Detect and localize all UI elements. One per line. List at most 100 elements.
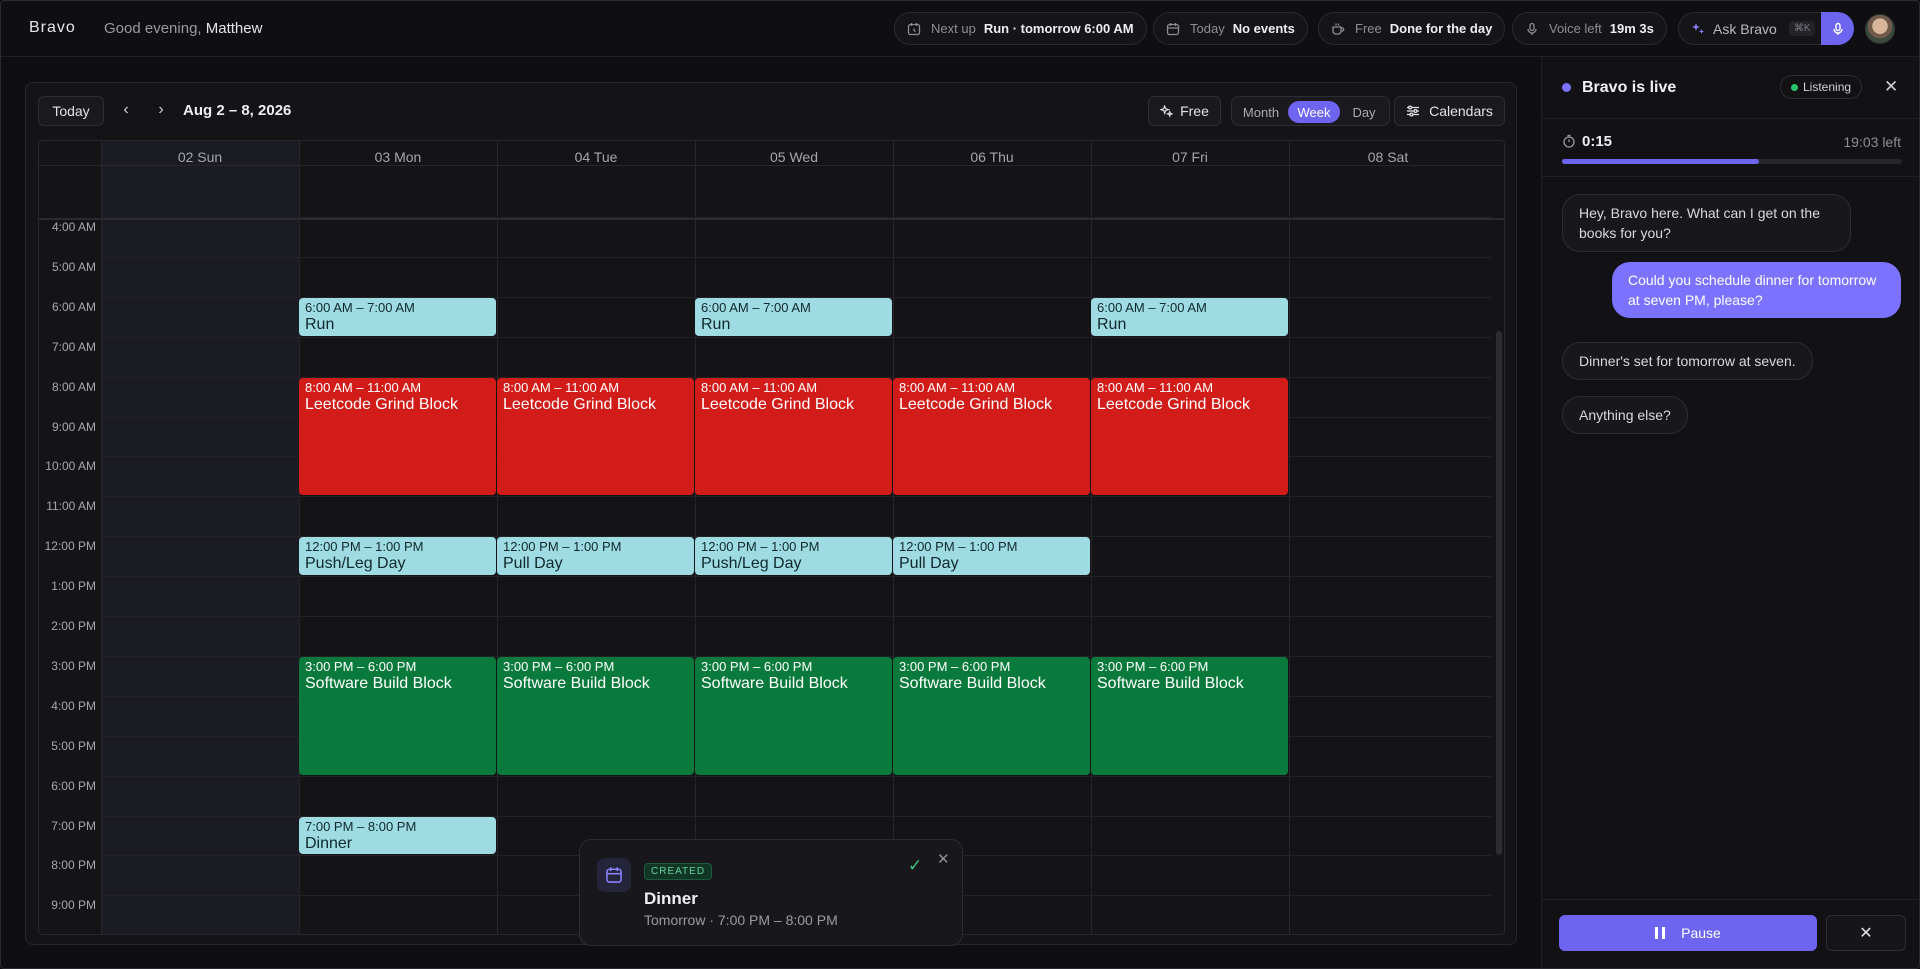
toast-title: Dinner	[644, 889, 698, 908]
hour-label: 5:00 PM	[51, 738, 96, 753]
day-header[interactable]: 08 Sat	[1289, 141, 1487, 165]
hour-label: 3:00 PM	[51, 658, 96, 673]
assistant-footer: Pause ✕	[1542, 899, 1919, 968]
event-time: 3:00 PM – 6:00 PM	[305, 658, 417, 674]
day-header[interactable]: 03 Mon	[299, 141, 497, 165]
free-time-button[interactable]: Free	[1148, 96, 1221, 126]
calendar-event[interactable]: 8:00 AM – 11:00 AM Leetcode Grind Block	[893, 377, 1090, 496]
calendar-event[interactable]: 6:00 AM – 7:00 AM Run	[1091, 297, 1288, 336]
created-badge: CREATED	[644, 863, 713, 880]
voice-left-label: Voice left	[1549, 21, 1602, 36]
next-up-pill[interactable]: Next up Run · tomorrow 6:00 AM	[894, 12, 1147, 45]
hour-label: 8:00 PM	[51, 858, 96, 873]
close-icon: ✕	[937, 851, 950, 868]
app-logo[interactable]: Bravo	[29, 19, 76, 37]
voice-left-pill[interactable]: Voice left 19m 3s	[1512, 12, 1667, 45]
calendar-event[interactable]: 3:00 PM – 6:00 PM Software Build Block	[695, 656, 892, 775]
event-time: 8:00 AM – 11:00 AM	[503, 379, 620, 395]
free-label: Free	[1355, 21, 1382, 36]
event-time: 3:00 PM – 6:00 PM	[1097, 658, 1209, 674]
free-time-label: Free	[1180, 103, 1209, 119]
hour-label: 6:00 AM	[51, 299, 96, 314]
event-title: Run	[1097, 315, 1127, 333]
event-time: 12:00 PM – 1:00 PM	[503, 539, 622, 555]
calendar-event[interactable]: 3:00 PM – 6:00 PM Software Build Block	[1091, 656, 1288, 775]
calendar-event[interactable]: 12:00 PM – 1:00 PM Push/Leg Day	[299, 537, 496, 576]
event-time: 6:00 AM – 7:00 AM	[1097, 299, 1207, 315]
calendar-event[interactable]: 12:00 PM – 1:00 PM Push/Leg Day	[695, 537, 892, 576]
toast-close-button[interactable]: ✕	[937, 850, 950, 868]
calendar-event[interactable]: 8:00 AM – 11:00 AM Leetcode Grind Block	[299, 377, 496, 496]
event-title: Software Build Block	[305, 674, 452, 692]
clock-calendar-icon	[907, 22, 921, 36]
next-up-label: Next up	[931, 21, 976, 36]
view-month-tab[interactable]: Month	[1238, 101, 1284, 123]
calendar-scrollbar[interactable]	[1496, 331, 1502, 855]
calendar-event[interactable]: 3:00 PM – 6:00 PM Software Build Block	[497, 656, 694, 775]
event-time: 6:00 AM – 7:00 AM	[305, 299, 415, 315]
toast-subtitle: Tomorrow · 7:00 PM – 8:00 PM	[644, 912, 838, 928]
event-title: Software Build Block	[503, 674, 650, 692]
event-title: Software Build Block	[701, 674, 848, 692]
close-icon: ✕	[1884, 77, 1899, 96]
calendar-event[interactable]: 12:00 PM – 1:00 PM Pull Day	[497, 537, 694, 576]
pause-button[interactable]: Pause	[1559, 915, 1817, 951]
close-icon: ✕	[1859, 925, 1873, 942]
hour-label: 2:00 PM	[51, 619, 96, 633]
event-title: Run	[701, 315, 731, 333]
view-week-tab[interactable]: Week	[1288, 101, 1340, 123]
event-title: Leetcode Grind Block	[1097, 395, 1250, 413]
free-pill[interactable]: Free Done for the day	[1318, 12, 1506, 45]
app-window: Bravo Good evening, Matthew Next up Run …	[0, 0, 1920, 969]
calendar-event[interactable]: 12:00 PM – 1:00 PM Pull Day	[893, 537, 1090, 576]
calendar-event[interactable]: 7:00 PM – 8:00 PM Dinner	[299, 816, 496, 855]
top-bar: Bravo Good evening, Matthew Next up Run …	[1, 1, 1919, 57]
day-header[interactable]: 06 Thu	[893, 141, 1091, 165]
calendar-event[interactable]: 8:00 AM – 11:00 AM Leetcode Grind Block	[1091, 377, 1288, 496]
free-value: Done for the day	[1389, 21, 1493, 36]
microphone-icon	[1831, 22, 1845, 36]
hour-label: 10:00 AM	[45, 459, 96, 474]
calendar-icon	[597, 858, 631, 892]
day-header[interactable]: 04 Tue	[497, 141, 695, 165]
next-week-button[interactable]: ›	[152, 101, 170, 119]
calendar-event[interactable]: 6:00 AM – 7:00 AM Run	[299, 297, 496, 336]
event-title: Dinner	[305, 834, 353, 852]
session-progress	[1562, 159, 1902, 164]
hour-label: 4:00 PM	[51, 698, 96, 713]
calendar-event[interactable]: 3:00 PM – 6:00 PM Software Build Block	[299, 656, 496, 775]
calendar-event[interactable]: 8:00 AM – 11:00 AM Leetcode Grind Block	[497, 377, 694, 496]
today-pill[interactable]: Today No events	[1153, 12, 1308, 45]
voice-mic-button[interactable]	[1821, 12, 1854, 45]
end-session-button[interactable]: ✕	[1826, 915, 1906, 951]
calendar-event[interactable]: 3:00 PM – 6:00 PM Software Build Block	[893, 656, 1090, 775]
calendar-event[interactable]: 8:00 AM – 11:00 AM Leetcode Grind Block	[695, 377, 892, 496]
today-button[interactable]: Today	[38, 96, 104, 126]
hour-label: 9:00 PM	[51, 898, 96, 913]
user-avatar[interactable]	[1865, 14, 1895, 44]
calendar-event[interactable]: 6:00 AM – 7:00 AM Run	[695, 297, 892, 336]
today-label: Today	[1190, 21, 1225, 36]
pause-label: Pause	[1681, 925, 1721, 941]
day-header[interactable]: 02 Sun	[101, 141, 299, 165]
calendars-button[interactable]: Calendars	[1394, 96, 1505, 126]
event-time: 12:00 PM – 1:00 PM	[701, 539, 820, 555]
day-header[interactable]: 07 Fri	[1091, 141, 1289, 165]
event-time: 8:00 AM – 11:00 AM	[305, 379, 422, 395]
prev-week-button[interactable]: ‹	[117, 101, 135, 119]
calendar-icon	[1166, 22, 1180, 36]
date-range: Aug 2 – 8, 2026	[183, 102, 292, 119]
calendar-panel: Today ‹ › Aug 2 – 8, 2026 Free Month Wee…	[25, 82, 1517, 945]
calendars-label: Calendars	[1429, 103, 1493, 119]
hour-label: 12:00 PM	[44, 539, 96, 554]
event-title: Push/Leg Day	[701, 555, 802, 573]
view-day-tab[interactable]: Day	[1344, 101, 1384, 123]
sparkle-icon	[1691, 22, 1705, 36]
close-panel-button[interactable]: ✕	[1884, 77, 1898, 97]
day-header[interactable]: 05 Wed	[695, 141, 893, 165]
event-time: 8:00 AM – 11:00 AM	[899, 379, 1016, 395]
event-title: Pull Day	[899, 555, 959, 573]
hour-label: 4:00 AM	[51, 220, 96, 234]
event-time: 7:00 PM – 8:00 PM	[305, 818, 417, 834]
ask-bravo-button[interactable]: Ask Bravo ⌘K	[1678, 12, 1826, 45]
